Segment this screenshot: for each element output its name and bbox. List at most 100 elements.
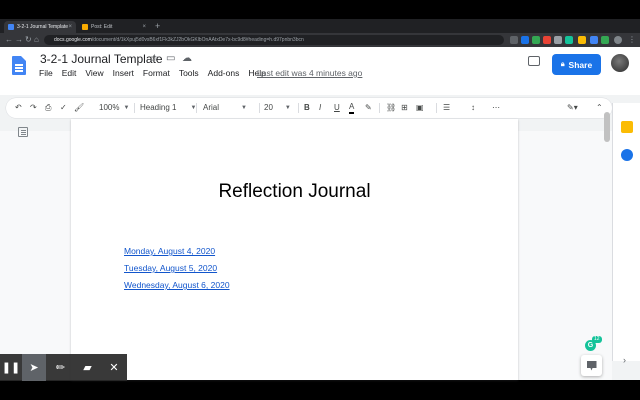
- address-bar-row: ← → ↻ ⌂ docs.google.com/document/d/1kXpu…: [0, 33, 640, 47]
- extension-icon[interactable]: [578, 36, 586, 44]
- menu-view[interactable]: View: [85, 68, 103, 78]
- highlighter-icon[interactable]: ▰: [75, 354, 100, 381]
- pen-icon[interactable]: ✏: [48, 354, 73, 381]
- avatar[interactable]: [611, 54, 629, 72]
- docs-header: 3-2-1 Journal Template ☆ ▭ ☁ File Edit V…: [0, 47, 640, 95]
- menu-format[interactable]: Format: [143, 68, 170, 78]
- collapse-icon[interactable]: ⌃: [596, 102, 603, 114]
- reload-icon[interactable]: ↻: [25, 35, 32, 45]
- tasks-icon[interactable]: [621, 149, 633, 161]
- comment-history-icon[interactable]: [528, 56, 540, 66]
- toolbar-divider: [259, 103, 260, 113]
- line-spacing-icon[interactable]: ↕: [471, 102, 475, 114]
- extension-icon[interactable]: [601, 36, 609, 44]
- redo-icon[interactable]: ↷: [30, 102, 37, 114]
- share-button[interactable]: 🔒︎ Share: [552, 54, 601, 75]
- font-size-value: 20: [264, 103, 273, 112]
- profile-icon[interactable]: [614, 36, 622, 44]
- chevron-down-icon: ▼: [284, 105, 291, 111]
- menu-tools[interactable]: Tools: [179, 68, 199, 78]
- toolbar-divider: [196, 103, 197, 113]
- editing-mode-icon[interactable]: ✎▾: [567, 102, 578, 114]
- menu-addons[interactable]: Add-ons: [208, 68, 240, 78]
- toolbar-divider: [298, 103, 299, 113]
- formatting-toolbar: ↶ ↷ ⎙ ✓ 🖌︎ 100% ▼ Heading 1 ▼ Arial ▼ 20 ▼ B…: [6, 98, 612, 118]
- star-icon[interactable]: ☆: [150, 53, 159, 64]
- side-panel: ›: [612, 103, 640, 365]
- toolbar-divider: [379, 103, 380, 113]
- home-icon[interactable]: ⌂: [34, 35, 39, 45]
- extension-icon[interactable]: [565, 36, 573, 44]
- lock-icon: 🔒︎: [560, 60, 565, 68]
- document-outline-icon[interactable]: [18, 127, 28, 137]
- url-input[interactable]: docs.google.com/document/d/1kXpuj5d0vsB6…: [44, 35, 504, 45]
- annotation-toolbar: ❚❚ ➤ ✏ ▰ ✕: [0, 354, 127, 381]
- tab-close-icon[interactable]: ×: [68, 24, 72, 30]
- link-icon[interactable]: ⛓︎: [386, 102, 396, 114]
- menu-insert[interactable]: Insert: [113, 68, 134, 78]
- font-select[interactable]: Arial ▼: [203, 102, 247, 114]
- extension-icon[interactable]: [554, 36, 562, 44]
- align-icon[interactable]: ☰: [443, 102, 450, 114]
- browser-tab-docs[interactable]: 3-2-1 Journal Template - Goo ×: [4, 21, 76, 33]
- close-icon[interactable]: ✕: [102, 354, 126, 381]
- tab-label: Post: Edit: [91, 24, 113, 30]
- browser-menu-icon[interactable]: ⋮: [628, 35, 636, 45]
- document-title[interactable]: 3-2-1 Journal Template: [40, 52, 163, 66]
- pause-icon[interactable]: ❚❚: [0, 354, 22, 381]
- browser-tab-post-edit[interactable]: Post: Edit ×: [78, 21, 150, 33]
- menu-edit[interactable]: Edit: [62, 68, 77, 78]
- cloud-status-icon[interactable]: ☁: [182, 53, 192, 64]
- style-value: Heading 1: [140, 103, 177, 112]
- add-comment-icon[interactable]: ⊞: [401, 102, 408, 114]
- menu-file[interactable]: File: [39, 68, 53, 78]
- extension-icon[interactable]: [510, 36, 518, 44]
- undo-icon[interactable]: ↶: [15, 102, 22, 114]
- move-folder-icon[interactable]: ▭: [166, 53, 175, 64]
- back-icon[interactable]: ←: [5, 35, 13, 45]
- forward-icon[interactable]: →: [15, 35, 23, 45]
- italic-button[interactable]: I: [319, 102, 321, 114]
- browser-tab-strip: 3-2-1 Journal Template - Goo × Post: Edi…: [0, 19, 640, 33]
- url-path: /document/d/1kXpuj5d0vsB6xf1Fk3kZJ2bOkGK…: [91, 37, 304, 43]
- share-label: Share: [568, 59, 593, 70]
- more-icon[interactable]: ⋯: [492, 102, 500, 114]
- explore-button[interactable]: [581, 355, 602, 376]
- extension-icon[interactable]: [532, 36, 540, 44]
- extension-icon[interactable]: [543, 36, 551, 44]
- insert-image-icon[interactable]: ▣: [416, 102, 424, 114]
- explore-icon: [586, 360, 597, 371]
- last-edit-link[interactable]: Last edit was 4 minutes ago: [257, 68, 362, 78]
- text-color-button[interactable]: A: [349, 102, 355, 114]
- tab-label: 3-2-1 Journal Template - Goo: [17, 24, 69, 30]
- zoom-select[interactable]: 100% ▼: [99, 102, 129, 114]
- document-heading[interactable]: Reflection Journal: [71, 181, 518, 203]
- docs-logo-icon[interactable]: [12, 56, 26, 75]
- vertical-scrollbar[interactable]: [604, 112, 610, 142]
- chevron-right-icon[interactable]: ›: [623, 355, 626, 365]
- extension-icon[interactable]: [521, 36, 529, 44]
- highlight-icon[interactable]: ✎: [365, 102, 372, 114]
- spellcheck-icon[interactable]: ✓: [60, 102, 67, 114]
- heading-link-monday[interactable]: Monday, August 4, 2020: [124, 246, 215, 256]
- new-tab-button[interactable]: +: [155, 21, 160, 31]
- grammarly-count-badge: 12: [592, 336, 602, 343]
- pointer-icon[interactable]: ➤: [22, 354, 46, 381]
- zoom-value: 100%: [99, 103, 120, 112]
- keep-icon[interactable]: [621, 121, 633, 133]
- print-icon[interactable]: ⎙: [45, 102, 51, 114]
- extension-icon[interactable]: [590, 36, 598, 44]
- underline-button[interactable]: U: [334, 102, 340, 114]
- paint-format-icon[interactable]: 🖌︎: [74, 102, 84, 114]
- document-page[interactable]: Reflection Journal Monday, August 4, 202…: [71, 119, 518, 380]
- bold-button[interactable]: B: [304, 102, 310, 114]
- heading-link-wednesday[interactable]: Wednesday, August 6, 2020: [124, 280, 230, 290]
- chevron-down-icon: ▼: [241, 105, 247, 111]
- paragraph-style-select[interactable]: Heading 1 ▼: [140, 102, 196, 114]
- tab-close-icon[interactable]: ×: [142, 24, 146, 30]
- font-size-select[interactable]: 20 ▼: [264, 102, 291, 114]
- heading-link-tuesday[interactable]: Tuesday, August 5, 2020: [124, 263, 217, 273]
- chevron-down-icon: ▼: [123, 105, 130, 111]
- menu-bar: File Edit View Insert Format Tools Add-o…: [39, 68, 275, 78]
- url-host: docs.google.com: [54, 37, 92, 43]
